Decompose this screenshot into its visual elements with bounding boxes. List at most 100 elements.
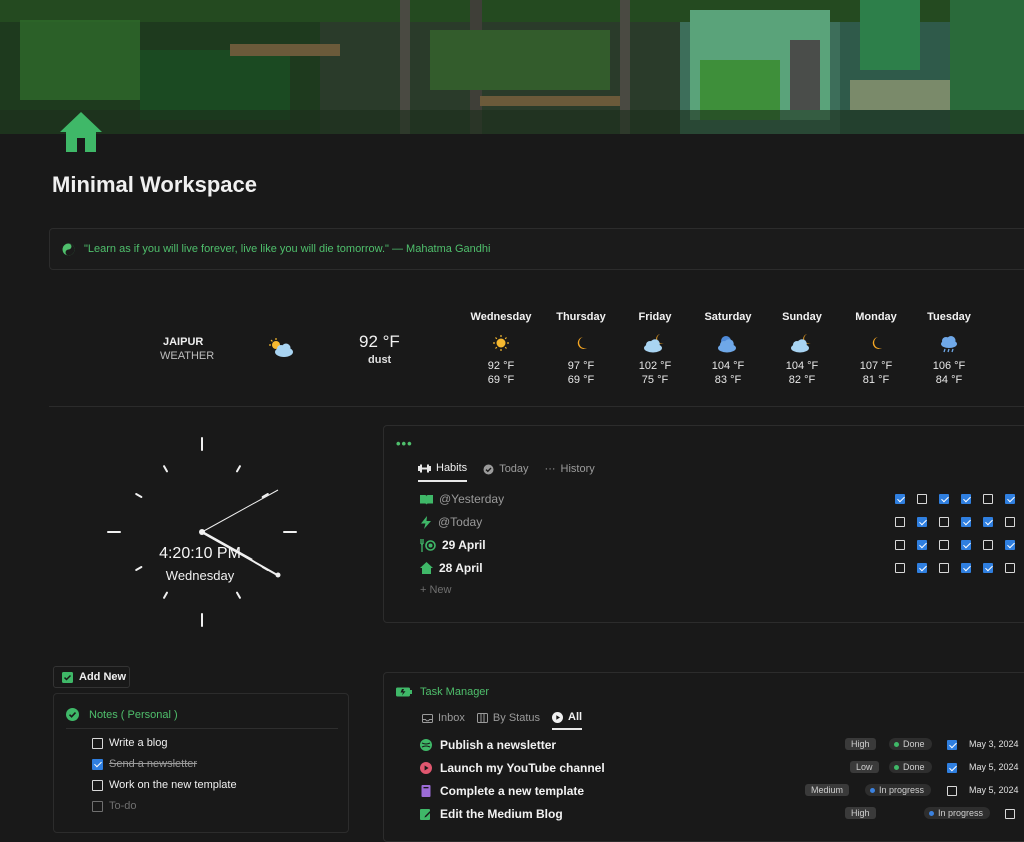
status-label: In progress [879, 785, 925, 795]
clock-tick [163, 591, 168, 599]
quote-callout: "Learn as if you will live forever, live… [49, 228, 1024, 270]
status-label: Done [903, 762, 925, 772]
habit-checkbox[interactable] [917, 563, 927, 573]
tab-by-status[interactable]: By Status [476, 711, 540, 730]
cloud-sun-icon [718, 336, 736, 353]
todo-item[interactable]: Send a newsletter [92, 758, 197, 770]
habit-checkbox[interactable] [1005, 517, 1015, 527]
habit-checkbox[interactable] [983, 563, 993, 573]
habit-checkbox[interactable] [895, 494, 905, 504]
habit-checkbox[interactable] [961, 540, 971, 550]
habit-checkbox[interactable] [895, 563, 905, 573]
task-checkbox[interactable] [1005, 809, 1015, 819]
task-row[interactable]: Complete a new template Medium In progress… [420, 781, 1020, 801]
play-circle-icon [552, 711, 563, 723]
habit-checkbox[interactable] [1005, 540, 1015, 550]
todo-checkbox[interactable] [92, 758, 103, 770]
forecast-day: Thursday 97 °F 69 °F [541, 311, 621, 387]
habit-checkbox[interactable] [961, 494, 971, 504]
habit-checkbox[interactable] [895, 540, 905, 550]
habit-checkbox[interactable] [917, 494, 927, 504]
todo-checkbox[interactable] [92, 800, 103, 812]
task-checkbox[interactable] [947, 763, 957, 773]
habit-checkbox[interactable] [983, 517, 993, 527]
task-manager: Task Manager Inbox By Status All Publish… [383, 672, 1024, 842]
yin-yang-icon [62, 243, 75, 256]
habit-checkbox[interactable] [983, 540, 993, 550]
habit-checkbox[interactable] [939, 517, 949, 527]
partly-cloudy-day-icon [269, 338, 293, 357]
habit-checkbox[interactable] [917, 517, 927, 527]
task-tabs: Inbox By Status All [422, 711, 583, 730]
habit-checkbox[interactable] [961, 563, 971, 573]
more-icon[interactable]: ••• [396, 436, 413, 451]
task-checkbox[interactable] [947, 786, 957, 796]
status-dot [894, 764, 899, 770]
forecast-day: Monday 107 °F 81 °F [836, 311, 916, 387]
tab-today[interactable]: Today [483, 462, 529, 482]
task-row[interactable]: Publish a newsletter High Done May 3, 2024 [420, 735, 1020, 755]
habit-checkbox[interactable] [1005, 494, 1015, 504]
page-title: Minimal Workspace [52, 172, 257, 197]
todo-checkbox[interactable] [92, 737, 103, 749]
task-row[interactable]: Launch my YouTube channel Low Done May 5, 2… [420, 758, 1020, 778]
habit-row[interactable]: 28 April [420, 558, 483, 578]
tab-label: Today [499, 463, 529, 475]
second-hand [201, 489, 279, 533]
rain-cloud-icon [941, 336, 957, 353]
todo-item[interactable]: Work on the new template [92, 779, 237, 791]
habit-checkbox[interactable] [917, 540, 927, 550]
current-temperature: 92 °F [359, 332, 400, 351]
tab-all[interactable]: All [552, 711, 583, 730]
forecast-day-name: Sunday [782, 311, 822, 323]
status-dot [894, 741, 899, 747]
forecast-day-name: Friday [638, 311, 672, 323]
habit-tabs: Habits Today ··· History [418, 462, 595, 482]
todo-item[interactable]: Write a blog [92, 737, 168, 749]
todo-text: Send a newsletter [109, 758, 198, 770]
book-icon [420, 494, 433, 505]
todo-item[interactable]: To-do [92, 800, 137, 812]
forecast-low: 83 °F [714, 374, 742, 386]
forecast-high: 104 °F [785, 360, 819, 372]
moon-icon [872, 337, 882, 349]
habit-checkbox[interactable] [895, 517, 905, 527]
todo-checkbox[interactable] [92, 779, 103, 791]
tab-habits[interactable]: Habits [418, 462, 468, 482]
bolt-icon [421, 515, 431, 529]
tab-history[interactable]: ··· History [545, 462, 595, 482]
habit-checkbox[interactable] [939, 563, 949, 573]
board-icon [476, 713, 488, 723]
tab-label: By Status [492, 712, 540, 724]
dumbbell-icon [420, 538, 436, 552]
clock-tick [135, 493, 143, 498]
habit-checkbox[interactable] [961, 517, 971, 527]
forecast-low: 69 °F [487, 374, 515, 386]
habit-row[interactable]: @Today [420, 512, 482, 532]
habit-checkbox[interactable] [983, 494, 993, 504]
task-date: May 3, 2024 [969, 739, 1019, 749]
new-row-button[interactable]: + New [420, 584, 452, 596]
habit-row[interactable]: @Yesterday [420, 489, 504, 509]
habit-checkbox[interactable] [1005, 563, 1015, 573]
task-checkbox[interactable] [947, 740, 957, 750]
inbox-icon [422, 713, 433, 723]
add-new-button[interactable]: Add New [53, 666, 130, 688]
forecast-day: Friday 102 °F 75 °F [615, 311, 695, 387]
forecast-day: Wednesday 92 °F 69 °F [461, 311, 541, 387]
notes-title: Notes ( Personal ) [89, 708, 178, 721]
forecast-high: 97 °F [567, 360, 595, 372]
task-row[interactable]: Edit the Medium Blog High In progress [420, 804, 1020, 824]
battery-icon [396, 687, 412, 697]
habit-row[interactable]: 29 April [420, 535, 486, 555]
check-circle-icon [66, 708, 79, 721]
forecast-day-name: Saturday [704, 311, 752, 323]
dumbbell-icon [418, 464, 431, 472]
habit-checkbox[interactable] [939, 540, 949, 550]
todo-text: Write a blog [109, 737, 168, 749]
forecast-low: 69 °F [567, 374, 595, 386]
todo-text: Work on the new template [109, 779, 237, 791]
analog-clock [107, 437, 297, 627]
habit-checkbox[interactable] [939, 494, 949, 504]
tab-inbox[interactable]: Inbox [422, 711, 465, 730]
